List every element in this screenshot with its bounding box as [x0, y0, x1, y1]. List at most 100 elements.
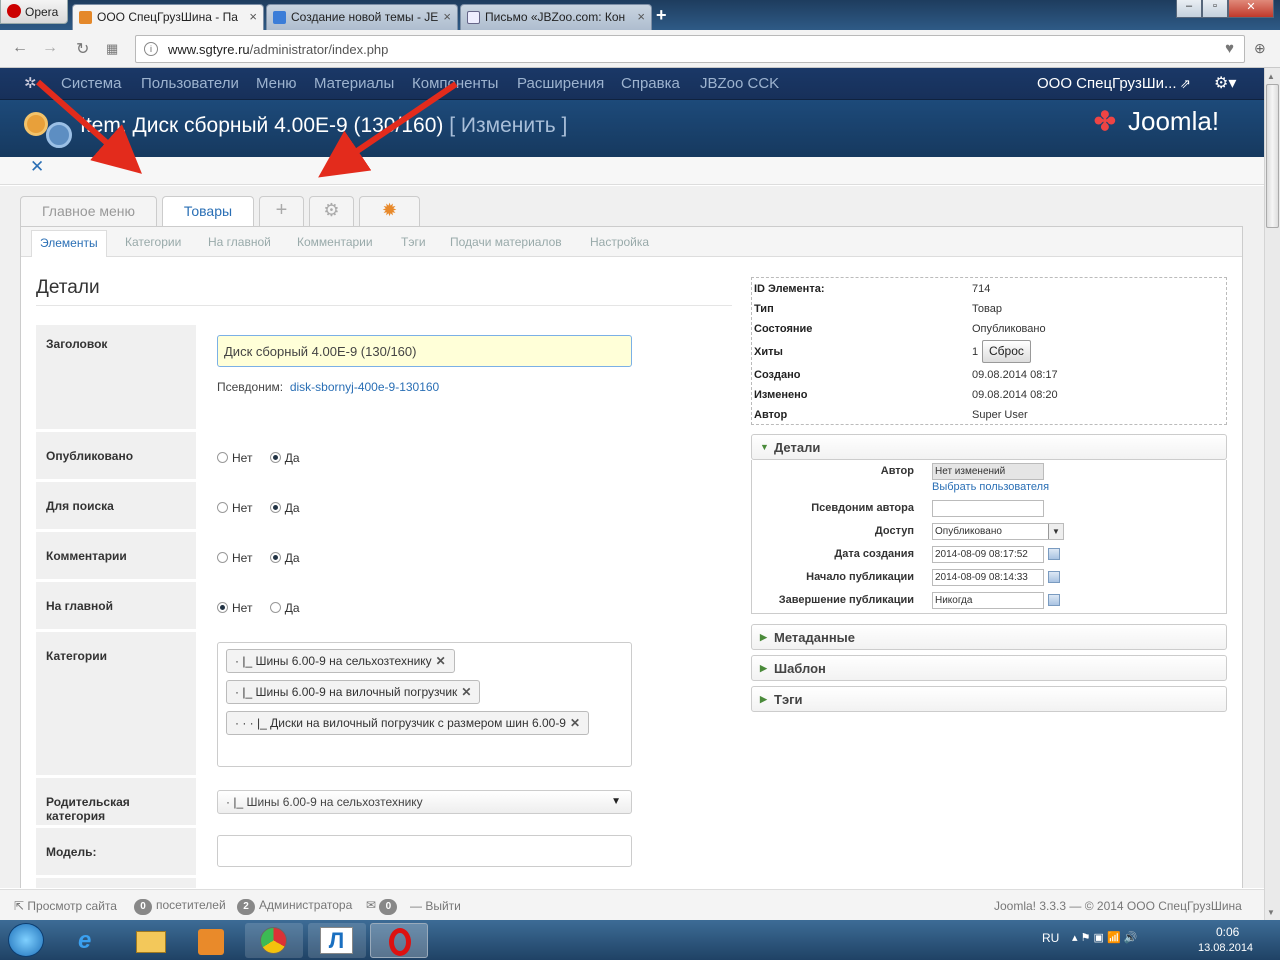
subtab-categories[interactable]: Категории	[125, 235, 181, 249]
searchable-yes[interactable]: Да	[269, 501, 300, 515]
speed-dial-icon[interactable]: ▦	[106, 41, 118, 57]
reset-hits-button[interactable]: Сброс	[982, 340, 1031, 363]
clock-date[interactable]: 13.08.2014	[1198, 942, 1253, 954]
radio-icon[interactable]	[269, 602, 281, 613]
remove-chip-icon[interactable]: ✕	[570, 716, 580, 730]
searchable-no[interactable]: Нет	[217, 501, 252, 515]
radio-checked-icon[interactable]	[269, 502, 281, 513]
view-site-link[interactable]: ⇱ Просмотр сайта	[14, 899, 117, 913]
frontpage-no[interactable]: Нет	[217, 601, 252, 615]
clock-time[interactable]: 0:06	[1216, 925, 1239, 939]
opera-menu-button[interactable]: Opera	[0, 0, 68, 24]
browser-tab[interactable]: Создание новой темы - JE ×	[266, 4, 458, 30]
chevron-down-icon[interactable]: ▼	[1048, 524, 1063, 539]
start-button-icon[interactable]	[8, 923, 44, 957]
chrome-icon[interactable]	[245, 923, 303, 958]
calendar-icon[interactable]	[1048, 548, 1060, 560]
menu-users[interactable]: Пользователи	[141, 75, 239, 92]
settings-tab-icon[interactable]: ⚙	[309, 196, 354, 226]
maximize-window-button[interactable]: ▫	[1202, 0, 1228, 18]
tab-main-menu[interactable]: Главное меню	[20, 196, 157, 226]
alias-link[interactable]: disk-sbornyj-400e-9-130160	[290, 380, 439, 394]
menu-content[interactable]: Материалы	[314, 75, 394, 92]
jbzoo-icon[interactable]: ✕	[30, 157, 44, 177]
radio-icon[interactable]	[217, 452, 228, 463]
access-select[interactable]: Опубликовано ▼	[932, 523, 1064, 540]
remove-chip-icon[interactable]: ✕	[461, 685, 471, 699]
menu-extensions[interactable]: Расширения	[517, 75, 604, 92]
model-input[interactable]	[217, 835, 632, 867]
browser-tab-active[interactable]: ООО СпецГрузШина - Па ×	[72, 4, 264, 30]
logout-link[interactable]: — Выйти	[410, 899, 461, 913]
language-indicator[interactable]: RU	[1042, 931, 1059, 945]
vertical-scrollbar[interactable]: ▲ ▼	[1264, 68, 1280, 920]
comments-no[interactable]: Нет	[217, 551, 252, 565]
close-window-button[interactable]: ✕	[1228, 0, 1274, 18]
add-app-tab-icon[interactable]: +	[259, 196, 304, 226]
messages-info[interactable]: ✉ 0	[366, 898, 401, 915]
subtab-comments[interactable]: Комментарии	[297, 235, 373, 249]
categories-multiselect[interactable]: · |_ Шины 6.00-9 на сельхозтехнику ✕ · |_…	[217, 642, 632, 767]
choose-user-link[interactable]: Выбрать пользователя	[932, 481, 1049, 493]
accordion-metadata[interactable]: ▶ Метаданные	[751, 624, 1227, 650]
menu-help[interactable]: Справка	[621, 75, 680, 92]
site-name-link[interactable]: ООО СпецГрузШи...	[1037, 75, 1177, 92]
published-yes[interactable]: Да	[269, 451, 300, 465]
joomla-logo-icon[interactable]: ✲	[24, 74, 42, 92]
radio-checked-icon[interactable]	[217, 602, 228, 613]
menu-jbzoo[interactable]: JBZoo CCK	[700, 75, 779, 92]
browser-tab[interactable]: Письмо «JBZoo.com: Кон ×	[460, 4, 652, 30]
publish-up-input[interactable]: 2014-08-09 08:14:33	[932, 569, 1044, 586]
frontpage-yes[interactable]: Да	[269, 601, 300, 615]
scroll-up-icon[interactable]: ▲	[1267, 72, 1275, 81]
radio-icon[interactable]	[217, 502, 228, 513]
scrollbar-thumb[interactable]	[1266, 84, 1279, 228]
accordion-template[interactable]: ▶ Шаблон	[751, 655, 1227, 681]
published-no[interactable]: Нет	[217, 451, 252, 465]
reload-icon[interactable]: ↻	[76, 39, 89, 59]
forward-icon[interactable]: →	[42, 39, 58, 57]
publish-down-input[interactable]: Никогда	[932, 592, 1044, 609]
explorer-icon[interactable]	[122, 923, 180, 958]
minimize-window-button[interactable]: –	[1176, 0, 1202, 18]
subtab-submissions[interactable]: Подачи материалов	[450, 235, 562, 249]
site-info-icon[interactable]: i	[144, 42, 158, 56]
app-icon[interactable]: Л	[308, 923, 366, 958]
scroll-down-icon[interactable]: ▼	[1267, 908, 1275, 917]
parent-category-select[interactable]: · |_ Шины 6.00-9 на сельхозтехнику ▼	[217, 790, 632, 814]
menu-system[interactable]: Система	[61, 75, 121, 92]
tray-icons[interactable]: ▴ ⚑ ▣ 📶 🔊	[1072, 931, 1137, 944]
ie-icon[interactable]: e	[62, 923, 120, 958]
radio-checked-icon[interactable]	[269, 452, 281, 463]
title-input[interactable]: Диск сборный 4.00E-9 (130/160)	[217, 335, 632, 367]
media-player-icon[interactable]	[182, 923, 240, 958]
opera-taskbar-icon[interactable]	[370, 923, 428, 958]
version-label[interactable]: Joomla! 3.3.3	[994, 899, 1066, 913]
radio-checked-icon[interactable]	[269, 552, 281, 563]
heart-icon[interactable]: ♥	[1225, 40, 1234, 57]
new-tab-button[interactable]: +	[656, 5, 667, 26]
url-input[interactable]: i www.sgtyre.ru/administrator/index.php …	[135, 35, 1245, 63]
close-tab-icon[interactable]: ×	[637, 9, 645, 24]
accordion-details[interactable]: ▼ Детали	[751, 434, 1227, 460]
close-tab-icon[interactable]: ×	[443, 9, 451, 24]
remove-chip-icon[interactable]: ✕	[436, 654, 446, 668]
subtab-config[interactable]: Настройка	[590, 235, 649, 249]
tab-goods[interactable]: Товары	[162, 196, 254, 227]
subtab-frontpage[interactable]: На главной	[208, 235, 271, 249]
close-tab-icon[interactable]: ×	[249, 9, 257, 24]
menu-components[interactable]: Компоненты	[412, 75, 498, 92]
calendar-icon[interactable]	[1048, 571, 1060, 583]
subtab-tags[interactable]: Тэги	[401, 235, 426, 249]
comments-yes[interactable]: Да	[269, 551, 300, 565]
calendar-icon[interactable]	[1048, 594, 1060, 606]
jbzoo-tab-icon[interactable]: ✹	[359, 196, 420, 226]
created-input[interactable]: 2014-08-09 08:17:52	[932, 546, 1044, 563]
author-alias-input[interactable]	[932, 500, 1044, 517]
subtab-elements[interactable]: Элементы	[31, 230, 107, 257]
gear-icon[interactable]: ⚙▾	[1214, 73, 1236, 93]
external-link-icon[interactable]: ⇗	[1180, 76, 1191, 92]
download-icon[interactable]: ⊕	[1254, 40, 1266, 57]
accordion-tags[interactable]: ▶ Тэги	[751, 686, 1227, 712]
menu-menus[interactable]: Меню	[256, 75, 297, 92]
